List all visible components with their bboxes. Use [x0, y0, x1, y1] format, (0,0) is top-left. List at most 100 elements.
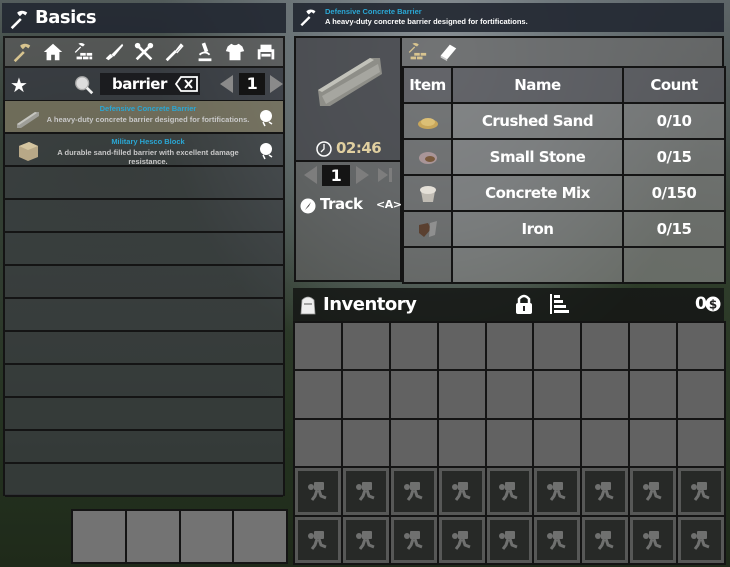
inventory-slot[interactable]: [342, 419, 389, 467]
hesco-block-icon: [19, 142, 38, 161]
quantity-increase-button[interactable]: [356, 166, 369, 184]
page-prev-button[interactable]: [220, 75, 233, 93]
lock-icon[interactable]: [514, 293, 534, 315]
inventory-locked-slot: [342, 468, 389, 515]
favorites-star-icon[interactable]: ★: [10, 73, 28, 98]
locked-slot-icon: [451, 530, 471, 550]
inventory-slot[interactable]: [486, 323, 533, 370]
recipe-info-title: Defensive Concrete Barrier: [325, 7, 422, 16]
inventory-slot[interactable]: [438, 371, 485, 418]
inventory-slot[interactable]: [295, 323, 341, 370]
concrete-barrier-preview-icon: [318, 58, 382, 106]
small-stone-icon: [418, 152, 437, 164]
inventory-slot[interactable]: [390, 371, 437, 418]
craft-cart-icon[interactable]: [259, 109, 275, 127]
toolbelt-slot[interactable]: [234, 511, 286, 562]
inventory-slot[interactable]: [390, 323, 437, 370]
sort-icon[interactable]: [548, 293, 570, 315]
toolbelt-slot[interactable]: [126, 511, 179, 562]
recipe-empty-row: [5, 365, 283, 398]
crushed-sand-icon: [417, 118, 438, 129]
category-tab-building[interactable]: [41, 40, 65, 64]
search-icon: [75, 76, 94, 95]
inventory-slot[interactable]: [678, 323, 724, 370]
inventory-locked-slot: [438, 516, 485, 563]
recipe-empty-row: [5, 266, 283, 299]
locked-slot-icon: [547, 482, 566, 502]
inventory-locked-slot: [630, 516, 677, 563]
inventory-slot[interactable]: [534, 323, 581, 370]
page-next-button[interactable]: [270, 75, 283, 93]
inventory-slot[interactable]: [486, 371, 533, 418]
track-compass-icon[interactable]: [300, 198, 316, 214]
ingredient-row[interactable]: Iron 0/15: [402, 210, 726, 248]
category-tab-food[interactable]: [162, 40, 186, 64]
iron-icon: [418, 221, 437, 237]
inventory-slot[interactable]: [582, 371, 629, 418]
ingredients-table: Item Name Count Crushed Sand 0/10 Small …: [402, 66, 726, 284]
inventory-grid: [293, 321, 726, 565]
toolbelt-slot[interactable]: [73, 511, 125, 562]
quantity-max-button[interactable]: [376, 166, 394, 184]
inventory-slot[interactable]: [342, 323, 389, 370]
inventory-slot[interactable]: [438, 419, 485, 467]
category-tab-decor[interactable]: [254, 40, 278, 64]
quantity-decrease-button[interactable]: [304, 166, 317, 184]
quantity-value[interactable]: 1: [322, 165, 350, 186]
inventory-slot[interactable]: [534, 419, 581, 467]
inventory-slot[interactable]: [486, 419, 533, 467]
recipe-info-header: Defensive Concrete Barrier A heavy-duty …: [293, 3, 724, 32]
locked-slot-icon: [595, 530, 614, 550]
track-button[interactable]: Track: [320, 195, 363, 213]
ingredients-tab-icon[interactable]: [406, 41, 428, 63]
ingredient-count: [622, 246, 726, 284]
ingredient-row[interactable]: Concrete Mix 0/150: [402, 174, 726, 212]
inventory-slot[interactable]: [678, 371, 724, 418]
fork-icon: [166, 43, 185, 62]
inventory-slot[interactable]: [534, 371, 581, 418]
page-number: 1: [239, 73, 265, 95]
book-tab-icon[interactable]: [437, 41, 459, 63]
hammer-icon: [13, 43, 31, 63]
inventory-slot[interactable]: [630, 323, 677, 370]
category-tab-weapons[interactable]: [102, 40, 126, 64]
ingredient-row[interactable]: Crushed Sand 0/10: [402, 102, 726, 140]
inventory-locked-slot: [486, 468, 533, 515]
inventory-slot[interactable]: [342, 371, 389, 418]
ingredient-count: 0/15: [622, 138, 726, 176]
category-tab-resources[interactable]: [71, 40, 95, 64]
category-bar: [3, 36, 285, 68]
ingredient-row[interactable]: Small Stone 0/15: [402, 138, 726, 176]
category-tab-science[interactable]: [193, 40, 217, 64]
category-tab-tools[interactable]: [132, 40, 156, 64]
craft-cart-icon[interactable]: [259, 142, 275, 160]
locked-slot-icon: [643, 482, 662, 502]
recipe-empty-row: [5, 167, 283, 200]
locked-slot-icon: [355, 530, 375, 550]
category-tab-clothing[interactable]: [223, 40, 247, 64]
clear-search-icon[interactable]: [175, 76, 199, 92]
inventory-slot[interactable]: [630, 419, 677, 467]
inventory-slot[interactable]: [678, 419, 724, 467]
craft-time: 02:46: [336, 139, 382, 157]
recipe-empty-row: [5, 464, 283, 497]
inventory-slot[interactable]: [582, 323, 629, 370]
ingredient-name: Iron: [451, 210, 624, 248]
inventory-slot[interactable]: [295, 419, 341, 467]
column-header-count: Count: [622, 66, 726, 104]
toolbelt: [71, 509, 288, 564]
inventory-slot[interactable]: [390, 419, 437, 467]
category-tab-basics[interactable]: [10, 40, 34, 64]
toolbelt-slot[interactable]: [180, 511, 233, 562]
inventory-locked-slot: [390, 516, 437, 563]
ingredient-count: 0/15: [622, 210, 726, 248]
inventory-slot[interactable]: [295, 371, 341, 418]
inventory-slot[interactable]: [630, 371, 677, 418]
recipe-item[interactable]: Defensive Concrete Barrier A heavy-duty …: [5, 101, 283, 134]
recipe-empty-row: [5, 398, 283, 431]
recipe-item[interactable]: Military Hesco Block A durable sand-fill…: [5, 134, 283, 167]
locked-slot-icon: [691, 530, 710, 550]
inventory-slot[interactable]: [582, 419, 629, 467]
inventory-slot[interactable]: [438, 323, 485, 370]
microscope-icon: [198, 42, 212, 62]
